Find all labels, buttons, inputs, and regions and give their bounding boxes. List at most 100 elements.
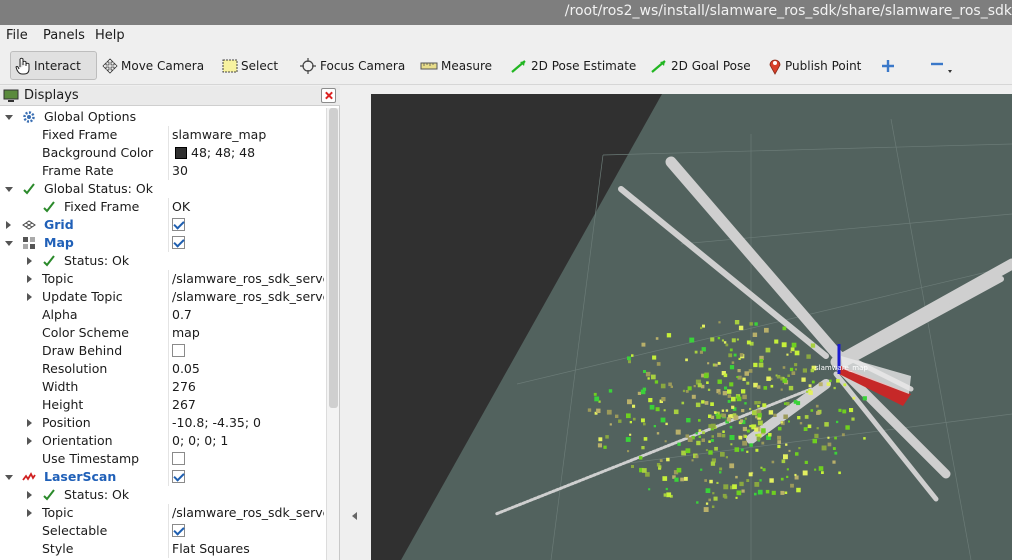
expand-arrow-icon[interactable] — [5, 475, 13, 480]
displays-scrollbar[interactable] — [326, 108, 339, 560]
pose-estimate-tool-button[interactable]: 2D Pose Estimate — [506, 51, 640, 80]
tree-row-ls-status[interactable]: Status: Ok — [0, 486, 326, 504]
focus-camera-tool-button[interactable]: Focus Camera — [295, 51, 409, 80]
frame-rate-value[interactable]: 30 — [172, 163, 324, 178]
tree-row-frame-rate[interactable]: Frame Rate 30 — [0, 162, 326, 180]
expand-arrow-icon[interactable] — [5, 115, 13, 120]
menu-file[interactable]: File — [6, 28, 28, 43]
expand-arrow-icon[interactable] — [5, 187, 13, 192]
tree-row-selectable[interactable]: Selectable — [0, 522, 326, 540]
map-enabled-checkbox[interactable] — [172, 236, 185, 249]
tree-row-width[interactable]: Width 276 — [0, 378, 326, 396]
tree-row-gs-fixed-frame[interactable]: Fixed Frame OK — [0, 198, 326, 216]
ruler-icon — [420, 62, 438, 69]
laser-point — [666, 457, 670, 462]
tree-row-resolution[interactable]: Resolution 0.05 — [0, 360, 326, 378]
laser-point — [732, 484, 737, 490]
tree-row-alpha[interactable]: Alpha 0.7 — [0, 306, 326, 324]
style-value[interactable]: Flat Squares — [172, 541, 324, 556]
alpha-value[interactable]: 0.7 — [172, 307, 324, 322]
tree-label: Height — [42, 397, 84, 412]
laser-point — [710, 423, 716, 429]
laser-point — [666, 333, 672, 338]
add-tool-button[interactable] — [876, 51, 903, 80]
close-panel-button[interactable] — [321, 88, 336, 103]
collapse-arrow-icon[interactable] — [27, 257, 32, 265]
use-timestamp-checkbox[interactable] — [172, 452, 185, 465]
scrollbar-thumb[interactable] — [329, 108, 338, 408]
tree-row-background-color[interactable]: Background Color 48; 48; 48 — [0, 144, 326, 162]
menu-panels[interactable]: Panels — [43, 28, 85, 43]
laser-point — [862, 396, 867, 401]
laser-point — [759, 358, 763, 363]
ls-topic-value[interactable]: /slamware_ros_sdk_serve — [172, 505, 324, 520]
publish-point-tool-button[interactable]: Publish Point — [764, 51, 865, 80]
tree-row-orientation[interactable]: Orientation 0; 0; 0; 1 — [0, 432, 326, 450]
check-icon — [43, 201, 55, 213]
remove-tool-button[interactable] — [924, 51, 961, 80]
tree-row-fixed-frame[interactable]: Fixed Frame slamware_map — [0, 126, 326, 144]
tree-row-grid[interactable]: Grid — [0, 216, 326, 234]
tree-row-ls-topic[interactable]: Topic /slamware_ros_sdk_serve — [0, 504, 326, 522]
tree-row-height[interactable]: Height 267 — [0, 396, 326, 414]
collapse-arrow-icon[interactable] — [27, 509, 32, 517]
expand-arrow-icon[interactable] — [5, 241, 13, 246]
draw-behind-checkbox[interactable] — [172, 344, 185, 357]
tree-row-map-update-topic[interactable]: Update Topic /slamware_ros_sdk_serve — [0, 288, 326, 306]
color-scheme-value[interactable]: map — [172, 325, 324, 340]
resolution-value[interactable]: 0.05 — [172, 361, 324, 376]
width-value[interactable]: 276 — [172, 379, 324, 394]
tree-row-map-status[interactable]: Status: Ok — [0, 252, 326, 270]
move-camera-tool-button[interactable]: Move Camera — [98, 51, 208, 80]
tree-row-color-scheme[interactable]: Color Scheme map — [0, 324, 326, 342]
laser-point — [707, 362, 710, 365]
tree-row-global-options[interactable]: Global Options — [0, 108, 326, 126]
laser-point — [701, 438, 705, 442]
tree-row-map[interactable]: Map — [0, 234, 326, 252]
height-value[interactable]: 267 — [172, 397, 324, 412]
tree-row-position[interactable]: Position -10.8; -4.35; 0 — [0, 414, 326, 432]
collapse-arrow-icon[interactable] — [6, 221, 11, 229]
laser-point — [658, 465, 662, 469]
select-tool-button[interactable]: Select — [218, 51, 282, 80]
panel-splitter[interactable] — [341, 86, 370, 560]
menu-help[interactable]: Help — [95, 28, 125, 43]
tree-row-laserscan[interactable]: LaserScan — [0, 468, 326, 486]
tree-row-draw-behind[interactable]: Draw Behind — [0, 342, 326, 360]
measure-tool-button[interactable]: Measure — [416, 51, 496, 80]
map-topic-value[interactable]: /slamware_ros_sdk_serve — [172, 271, 324, 286]
map-update-topic-value[interactable]: /slamware_ros_sdk_serve — [172, 289, 324, 304]
laser-point — [660, 383, 666, 389]
laserscan-enabled-checkbox[interactable] — [172, 470, 185, 483]
collapse-arrow-icon[interactable] — [27, 491, 32, 499]
fixed-frame-value[interactable]: slamware_map — [172, 127, 324, 142]
laser-point — [744, 402, 747, 405]
laser-point — [742, 440, 747, 446]
tree-row-use-timestamp[interactable]: Use Timestamp — [0, 450, 326, 468]
laser-point — [717, 379, 722, 384]
goal-pose-tool-button[interactable]: 2D Goal Pose — [646, 51, 755, 80]
tree-row-map-topic[interactable]: Topic /slamware_ros_sdk_serve — [0, 270, 326, 288]
focus-crosshair-icon — [300, 57, 316, 74]
selectable-checkbox[interactable] — [172, 524, 185, 537]
tree-row-global-status[interactable]: Global Status: Ok — [0, 180, 326, 198]
interact-tool-button[interactable]: Interact — [10, 51, 97, 80]
scene-render[interactable]: slamware_map — [371, 94, 1012, 560]
tree-row-style[interactable]: Style Flat Squares — [0, 540, 326, 558]
collapse-left-arrow-icon[interactable] — [352, 512, 357, 520]
3d-viewport[interactable]: slamware_map — [371, 94, 1012, 560]
tree-label: Orientation — [42, 433, 113, 448]
orientation-value[interactable]: 0; 0; 0; 1 — [172, 433, 324, 448]
laser-point — [829, 379, 832, 382]
collapse-arrow-icon[interactable] — [27, 419, 32, 427]
column-divider — [168, 360, 169, 378]
laser-point — [784, 491, 788, 494]
plus-icon — [882, 59, 894, 72]
laser-point — [832, 460, 836, 464]
grid-enabled-checkbox[interactable] — [172, 218, 185, 231]
background-color-value[interactable]: 48; 48; 48 — [175, 145, 326, 160]
collapse-arrow-icon[interactable] — [27, 275, 32, 283]
position-value[interactable]: -10.8; -4.35; 0 — [172, 415, 324, 430]
collapse-arrow-icon[interactable] — [27, 293, 32, 301]
collapse-arrow-icon[interactable] — [27, 437, 32, 445]
